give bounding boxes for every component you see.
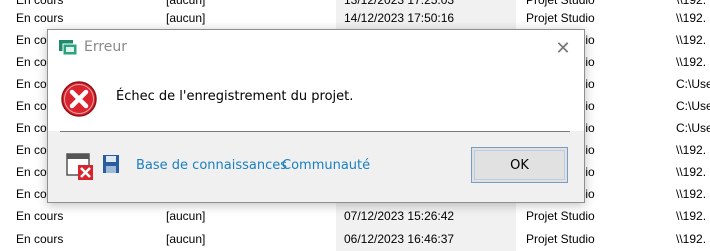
close-icon: ✕: [555, 38, 571, 58]
separator: [60, 131, 570, 132]
table-cell: Projet Studio: [526, 209, 595, 223]
table-row[interactable]: En cours [aucun] 14/12/2023 17:50:16 Projet…: [0, 7, 710, 30]
table-cell: \\192.: [676, 33, 707, 47]
table-cell: \\192.: [676, 143, 707, 157]
error-message: Échec de l'enregistrement du projet.: [116, 89, 354, 104]
dialog-content: Échec de l'enregistrement du projet.: [48, 66, 584, 131]
table-cell: [aucun]: [166, 11, 206, 25]
table-cell: \\192.: [676, 209, 707, 223]
error-dialog: Erreur ✕ Échec de l'enregistrement du pr…: [47, 29, 585, 203]
table-cell: 14/12/2023 17:50:16: [336, 7, 516, 30]
window-error-icon[interactable]: [66, 151, 96, 181]
table-cell: C:\Use: [676, 121, 710, 135]
error-icon: [61, 81, 97, 117]
knowledge-base-link[interactable]: Base de connaissances: [136, 158, 287, 173]
table-cell: En cours: [16, 11, 64, 25]
close-button[interactable]: ✕: [548, 36, 578, 60]
table-cell: C:\Use: [676, 77, 710, 91]
table-cell: Projet Studio: [526, 11, 595, 25]
table-row[interactable]: En cours [aucun] 07/12/2023 15:26:42 Projet…: [0, 205, 710, 228]
app-icon: [59, 40, 78, 56]
community-link[interactable]: Communauté: [282, 158, 370, 173]
ok-button[interactable]: OK: [471, 147, 568, 183]
dialog-titlebar[interactable]: Erreur ✕: [48, 30, 584, 66]
table-cell: En cours: [16, 209, 64, 223]
table-cell: 07/12/2023 15:26:42: [336, 205, 516, 228]
table-cell: C:\Use: [676, 99, 710, 113]
table-cell: \\192.: [676, 165, 707, 179]
dialog-title: Erreur: [84, 39, 128, 55]
ok-focus-border: [474, 150, 565, 180]
table-cell: [aucun]: [166, 209, 206, 223]
save-icon[interactable]: [102, 154, 120, 174]
table-cell: \\192.: [676, 187, 707, 201]
table-cell: \\192.: [676, 55, 707, 69]
table-cell: \\192.: [676, 11, 707, 25]
